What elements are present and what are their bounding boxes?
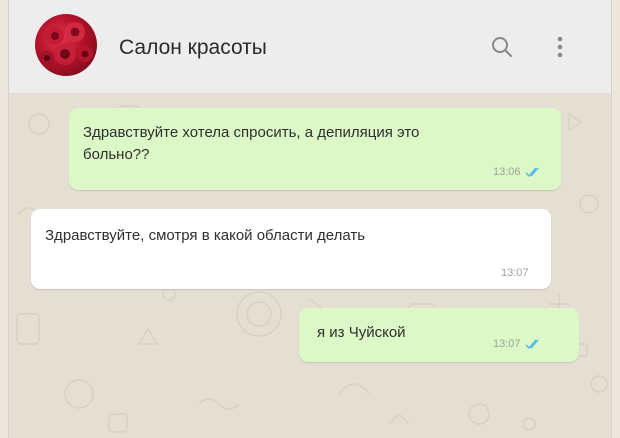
- message-bubble-outgoing[interactable]: я из Чуйской 13:07: [299, 308, 579, 362]
- message-time: 13:07: [501, 267, 529, 279]
- contact-avatar[interactable]: [35, 14, 97, 76]
- kebab-menu-icon[interactable]: [543, 30, 577, 64]
- message-time: 13:07: [493, 338, 521, 350]
- message-meta: 13:06: [493, 166, 543, 178]
- message-text: я из Чуйской: [317, 324, 406, 341]
- message-text: больно??: [83, 146, 150, 163]
- message-bubble-incoming[interactable]: Здравствуйте, смотря в какой области дел…: [31, 209, 551, 289]
- message-time: 13:06: [493, 166, 521, 178]
- contact-name[interactable]: Салон красоты: [119, 36, 267, 60]
- chat-window: Салон красоты Здравствуйте хотела спроси…: [8, 0, 612, 438]
- double-check-read-icon: [525, 167, 539, 177]
- message-meta: 13:07: [493, 338, 543, 350]
- search-icon[interactable]: [485, 30, 519, 64]
- chat-header: Салон красоты: [9, 0, 611, 94]
- message-list[interactable]: Здравствуйте хотела спросить, а депиляци…: [9, 94, 611, 438]
- message-meta: 13:07: [501, 267, 529, 279]
- message-text: Здравствуйте, смотря в какой области дел…: [45, 227, 366, 244]
- app-frame: Салон красоты Здравствуйте хотела спроси…: [0, 0, 620, 438]
- double-check-read-icon: [525, 339, 539, 349]
- message-bubble-outgoing[interactable]: Здравствуйте хотела спросить, а депиляци…: [69, 108, 561, 190]
- rose-photo-avatar-art: [40, 22, 93, 65]
- message-text: Здравствуйте хотела спросить, а депиляци…: [83, 124, 420, 141]
